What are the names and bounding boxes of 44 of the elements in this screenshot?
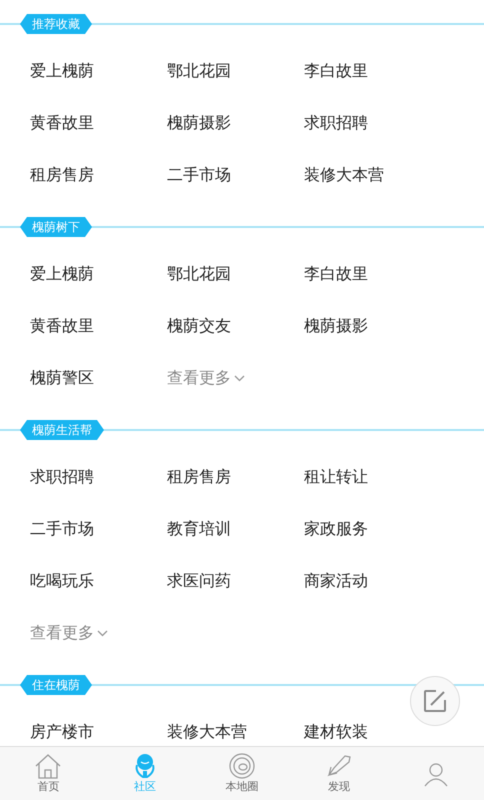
forum-link[interactable]: 槐荫摄影 [304, 314, 368, 338]
forum-link[interactable]: 李白故里 [304, 262, 368, 286]
tab[interactable]: 首页 [0, 747, 97, 800]
forum-link[interactable]: 二手市场 [167, 163, 231, 187]
forum-link[interactable]: 黄香故里 [30, 111, 94, 135]
tab[interactable]: 发现 [290, 747, 388, 800]
section-tag: 推荐收藏 [20, 14, 92, 34]
forum-link[interactable]: 租房售房 [167, 465, 231, 489]
forum-link[interactable]: 二手市场 [30, 517, 94, 541]
section-tag: 住在槐荫 [20, 675, 92, 695]
forum-link[interactable]: 教育培训 [167, 517, 231, 541]
forum-link[interactable]: 槐荫警区 [30, 366, 94, 390]
forum-link[interactable]: 爱上槐荫 [30, 59, 94, 83]
forum-link[interactable]: 建材软装 [304, 720, 368, 744]
forum-link[interactable]: 槐荫摄影 [167, 111, 231, 135]
forum-link[interactable]: 求职招聘 [30, 465, 94, 489]
planet-icon [228, 753, 256, 780]
user-icon [422, 760, 450, 786]
forum-link[interactable]: 槐荫交友 [167, 314, 231, 338]
forum-link[interactable]: 鄂北花园 [167, 59, 231, 83]
section-tag: 槐荫树下 [20, 217, 92, 237]
forum-link[interactable]: 租让转让 [304, 465, 368, 489]
forum-link[interactable]: 吃喝玩乐 [30, 569, 94, 593]
forum-link[interactable]: 鄂北花园 [167, 262, 231, 286]
forum-link[interactable]: 家政服务 [304, 517, 368, 541]
forum-link[interactable]: 求医问药 [167, 569, 231, 593]
section-tag: 槐荫生活帮 [20, 420, 104, 440]
home-icon [34, 753, 62, 780]
forum-link[interactable]: 李白故里 [304, 59, 368, 83]
forum-link[interactable]: 房产楼市 [30, 720, 94, 744]
forum-link[interactable]: 爱上槐荫 [30, 262, 94, 286]
forum-link[interactable]: 装修大本营 [304, 163, 384, 187]
see-more-link[interactable]: 查看更多 [167, 366, 245, 390]
see-more-link[interactable]: 查看更多 [30, 621, 108, 645]
chevron-down-icon [234, 374, 245, 382]
chevron-down-icon [97, 630, 108, 636]
forum-link[interactable]: 租房售房 [30, 163, 94, 187]
tab[interactable]: 本地圈 [194, 747, 290, 800]
edit-icon [422, 688, 448, 714]
forum-link[interactable]: 装修大本营 [167, 720, 247, 744]
forum-link[interactable]: 求职招聘 [304, 111, 368, 135]
forum-link[interactable]: 商家活动 [304, 569, 368, 593]
forum-link[interactable]: 黄香故里 [30, 314, 94, 338]
edit-button[interactable] [410, 676, 460, 726]
